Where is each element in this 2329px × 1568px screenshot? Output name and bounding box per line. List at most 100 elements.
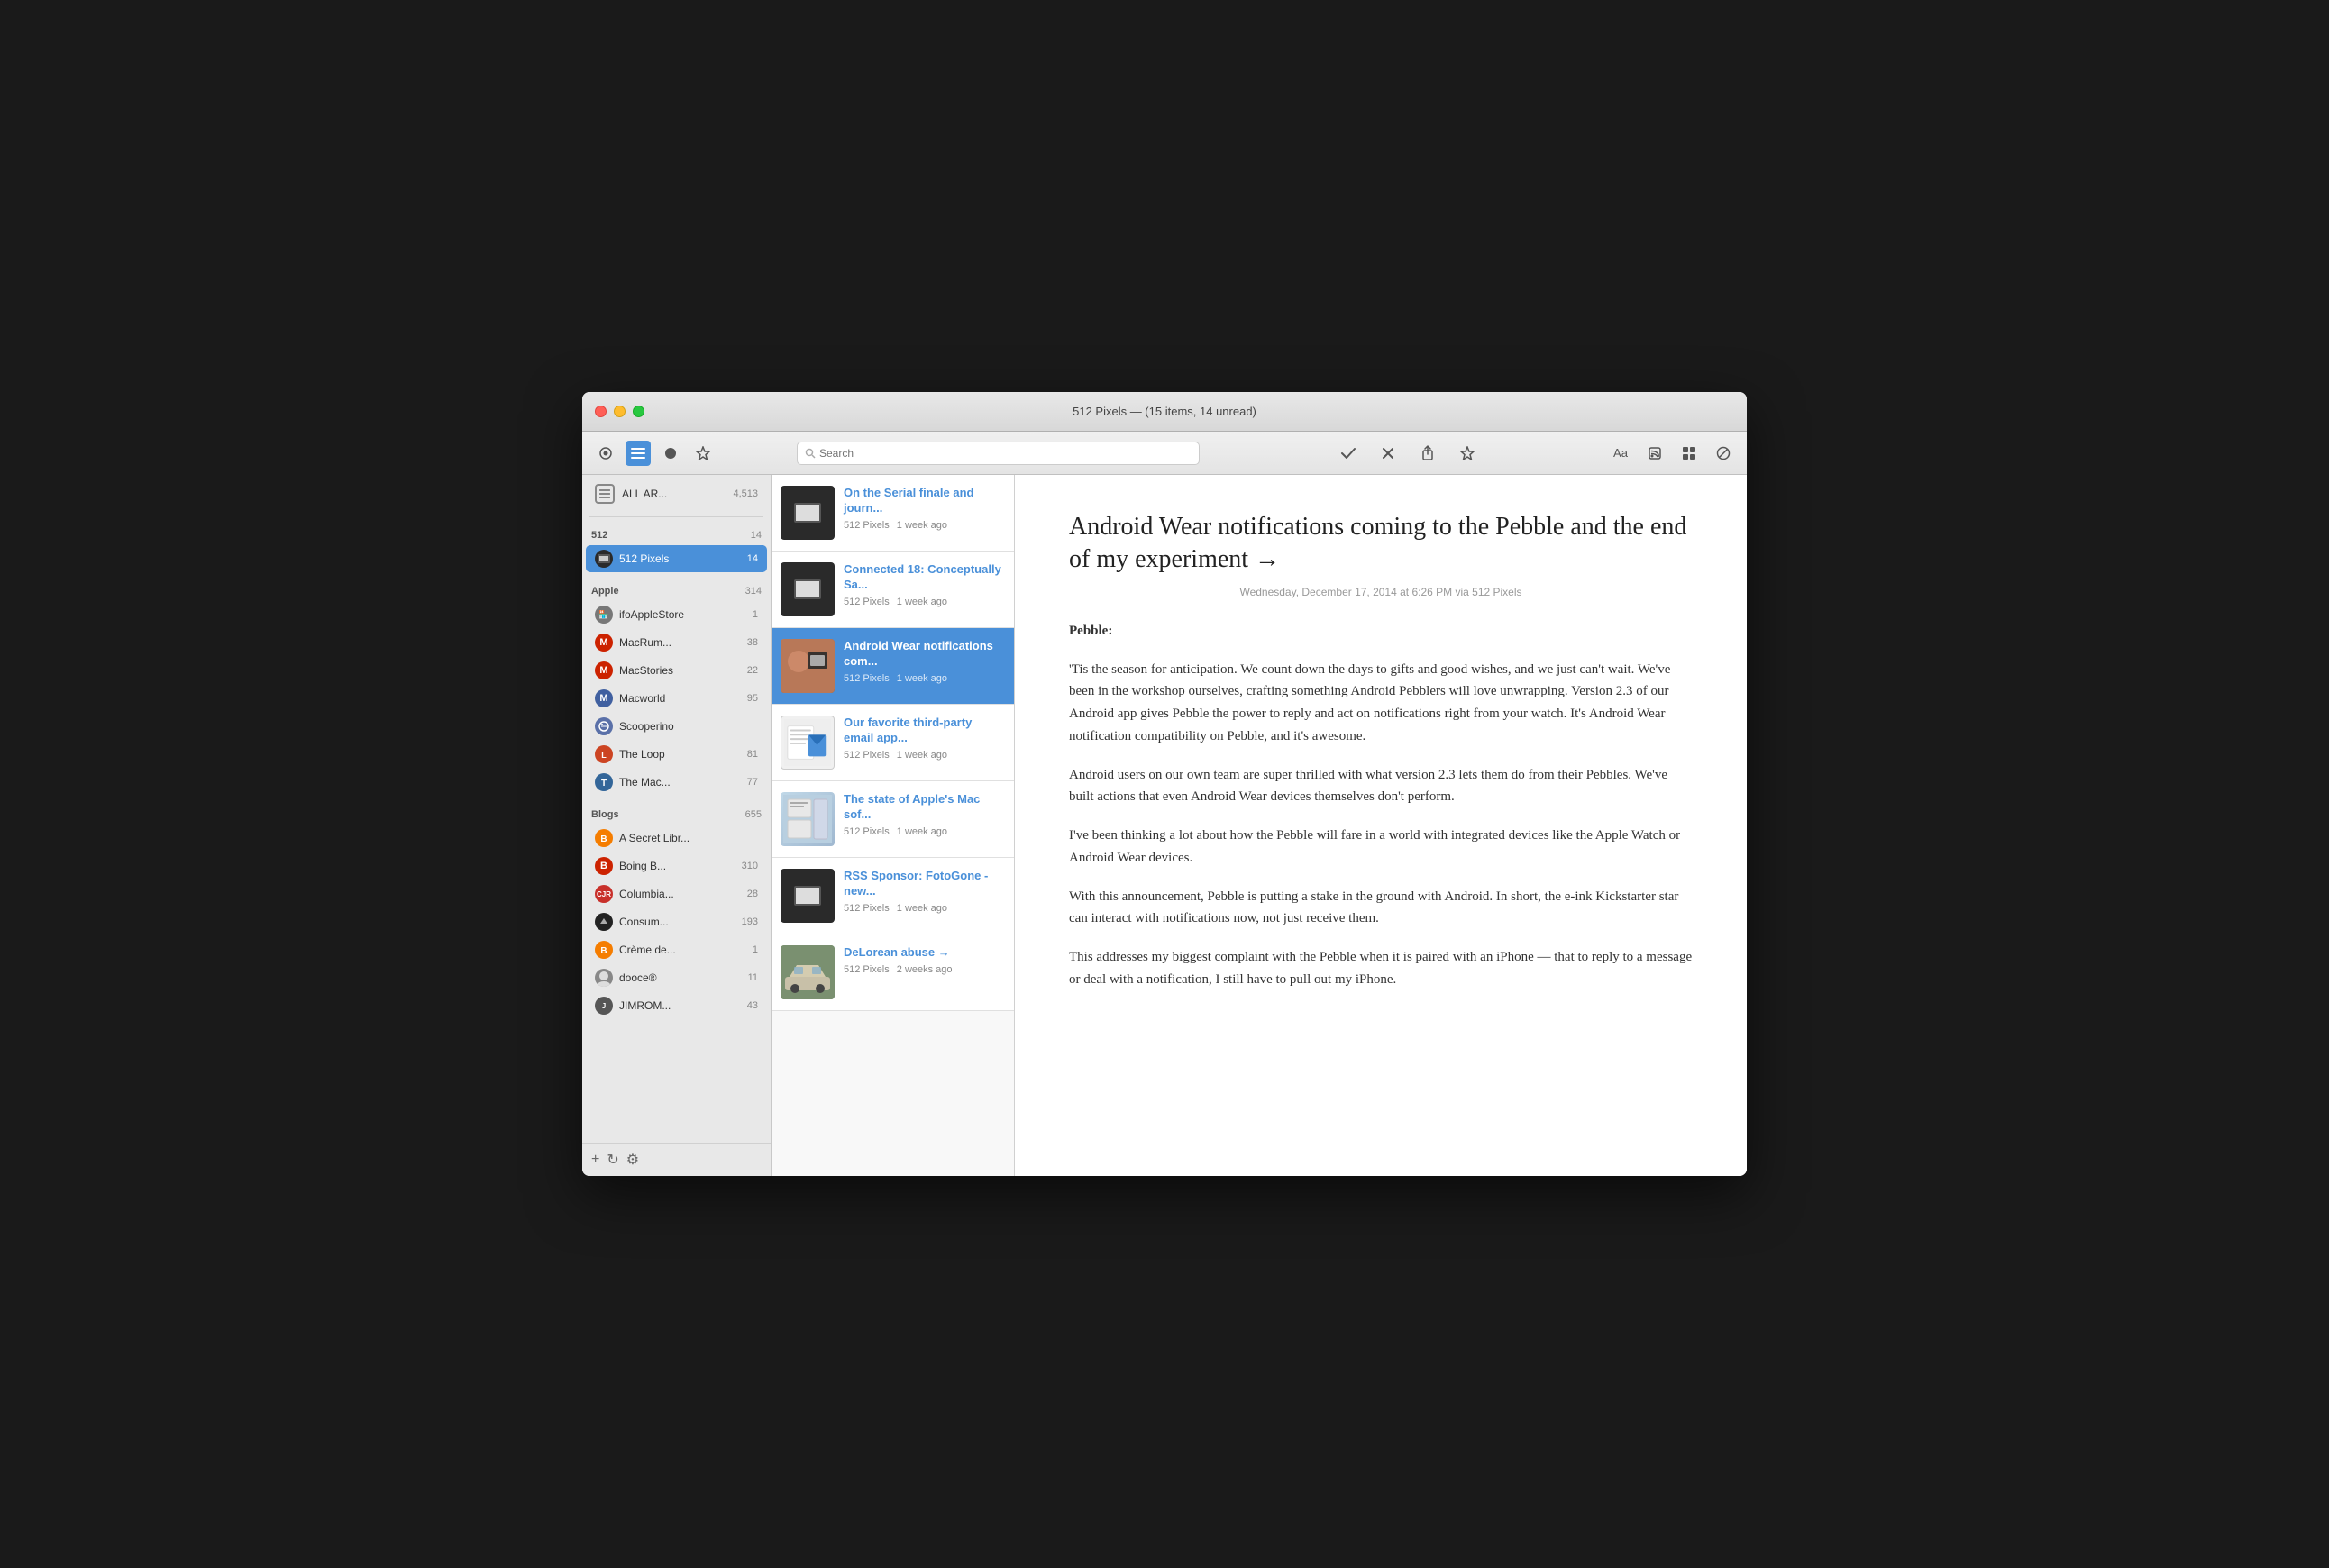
article-meta-6: 512 Pixels 1 week ago [844, 903, 1005, 914]
sidebar-item-dooce[interactable]: dooce® 11 [586, 964, 767, 991]
article-paragraph-5: This addresses my biggest complaint with… [1069, 946, 1693, 991]
rss-button[interactable] [1642, 441, 1667, 466]
theloop-icon: L [595, 745, 613, 763]
article-title-6: RSS Sponsor: FotoGone - new... [844, 869, 1005, 899]
macstories-icon: M [595, 661, 613, 679]
sidebar-item-themac-count: 77 [747, 777, 758, 788]
sidebar-item-boingb[interactable]: B Boing B... 310 [586, 852, 767, 880]
sidebar-item-512pixels-label: 512 Pixels [619, 552, 744, 565]
article-item-1[interactable]: On the Serial finale and journ... 512 Pi… [772, 475, 1014, 552]
remove-button[interactable] [1375, 441, 1401, 466]
starred-btn[interactable] [690, 441, 716, 466]
asecretlibr-icon: B [595, 829, 613, 847]
article-time-1: 1 week ago [897, 520, 947, 531]
article-content-5: The state of Apple's Mac sof... 512 Pixe… [844, 792, 1005, 837]
star-button[interactable] [1455, 441, 1480, 466]
article-source-1: 512 Pixels [844, 520, 890, 531]
sidebar-section-title-blogs: Blogs [591, 809, 619, 820]
article-thumb-4 [781, 716, 835, 770]
sidebar-item-jimrom[interactable]: J JIMROM... 43 [586, 992, 767, 1019]
article-item-5[interactable]: The state of Apple's Mac sof... 512 Pixe… [772, 781, 1014, 858]
sidebar-item-cremede[interactable]: B Crème de... 1 [586, 936, 767, 963]
article-title-3: Android Wear notifications com... [844, 639, 1005, 670]
sidebar-item-all-articles[interactable]: ALL AR... 4,513 [586, 477, 767, 511]
font-button[interactable]: Aa [1608, 441, 1633, 466]
share-button[interactable] [1415, 441, 1440, 466]
article-item-4[interactable]: Our favorite third-party email app... 51… [772, 705, 1014, 781]
sidebar-item-macstories[interactable]: M MacStories 22 [586, 657, 767, 684]
grid-button[interactable] [1676, 441, 1702, 466]
sidebar-item-macrumors[interactable]: M MacRum... 38 [586, 629, 767, 656]
article-item-3[interactable]: Android Wear notifications com... 512 Pi… [772, 628, 1014, 705]
list-view-btn[interactable] [626, 441, 651, 466]
cremede-icon: B [595, 941, 613, 959]
search-input[interactable] [819, 447, 1192, 460]
add-feed-button[interactable]: + [591, 1152, 599, 1168]
article-content-6: RSS Sponsor: FotoGone - new... 512 Pixel… [844, 869, 1005, 914]
mark-read-button[interactable] [1336, 441, 1361, 466]
article-body: Pebble: 'Tis the season for anticipation… [1069, 620, 1693, 991]
close-button[interactable] [595, 406, 607, 417]
article-paragraph-2: Android users on our own team are super … [1069, 764, 1693, 809]
article-item-7[interactable]: DeLorean abuse → 512 Pixels 2 weeks ago [772, 934, 1014, 1011]
search-bar[interactable] [797, 442, 1200, 465]
svg-text:B: B [600, 946, 607, 956]
sidebar-item-cremede-label: Crème de... [619, 944, 749, 956]
sidebar-bottom: + ↻ ⚙ [582, 1143, 771, 1176]
toolbar-left [593, 441, 782, 466]
article-paragraph-4: With this announcement, Pebble is puttin… [1069, 886, 1693, 931]
article-paragraph-1: 'Tis the season for anticipation. We cou… [1069, 659, 1693, 748]
article-meta-5: 512 Pixels 1 week ago [844, 826, 1005, 837]
sidebar-section-count-512: 14 [751, 530, 762, 541]
view-toggle-btn[interactable] [593, 441, 618, 466]
minimize-button[interactable] [614, 406, 626, 417]
article-meta-7: 512 Pixels 2 weeks ago [844, 964, 1005, 975]
sidebar-item-consum-count: 193 [742, 916, 758, 927]
sidebar-item-jimrom-label: JIMROM... [619, 999, 744, 1012]
article-meta-2: 512 Pixels 1 week ago [844, 597, 1005, 607]
refresh-button[interactable]: ↻ [607, 1151, 618, 1169]
sidebar-item-consum[interactable]: Consum... 193 [586, 908, 767, 935]
article-title-7: DeLorean abuse → [844, 945, 1005, 961]
jimrom-icon: J [595, 997, 613, 1015]
article-item-6[interactable]: RSS Sponsor: FotoGone - new... 512 Pixel… [772, 858, 1014, 934]
sidebar-item-theloop[interactable]: L The Loop 81 [586, 741, 767, 768]
sidebar-item-themac-label: The Mac... [619, 776, 744, 789]
article-content-1: On the Serial finale and journ... 512 Pi… [844, 486, 1005, 531]
sidebar-item-columbia[interactable]: CJR Columbia... 28 [586, 880, 767, 907]
sidebar-item-dooce-label: dooce® [619, 971, 744, 984]
sidebar-item-dooce-count: 11 [748, 972, 758, 983]
sidebar-item-themac[interactable]: T The Mac... 77 [586, 769, 767, 796]
sidebar-item-ifoapplestore-label: ifoAppleStore [619, 608, 749, 621]
unread-btn[interactable] [658, 441, 683, 466]
sidebar-item-ifoapplestore[interactable]: 🏪 ifoAppleStore 1 [586, 601, 767, 628]
sidebar-section-header-blogs: Blogs 655 [582, 804, 771, 824]
sidebar-item-512pixels-count: 14 [747, 553, 758, 564]
article-item-2[interactable]: Connected 18: Conceptually Sa... 512 Pix… [772, 552, 1014, 628]
article-source-3: 512 Pixels [844, 673, 890, 684]
block-button[interactable] [1711, 441, 1736, 466]
article-meta-3: 512 Pixels 1 week ago [844, 673, 1005, 684]
ifoapplestore-icon: 🏪 [595, 606, 613, 624]
sidebar-item-scooperino[interactable]: Scooperino [586, 713, 767, 740]
toolbar: Aa [582, 432, 1747, 475]
article-time-2: 1 week ago [897, 597, 947, 607]
article-paragraph-3: I've been thinking a lot about how the P… [1069, 825, 1693, 870]
sidebar-item-macworld[interactable]: M Macworld 95 [586, 685, 767, 712]
maximize-button[interactable] [633, 406, 644, 417]
sidebar-item-macrumors-count: 38 [747, 637, 758, 648]
article-meta-1: 512 Pixels 1 week ago [844, 520, 1005, 531]
sidebar-item-boingb-count: 310 [742, 861, 758, 871]
article-title-4: Our favorite third-party email app... [844, 716, 1005, 746]
settings-button[interactable]: ⚙ [626, 1151, 639, 1169]
article-list: On the Serial finale and journ... 512 Pi… [772, 475, 1015, 1176]
sidebar-item-asecretlibr[interactable]: B A Secret Libr... [586, 825, 767, 852]
article-content-7: DeLorean abuse → 512 Pixels 2 weeks ago [844, 945, 1005, 975]
article-thumb-6 [781, 869, 835, 923]
article-heading: Android Wear notifications coming to the… [1069, 511, 1693, 577]
toolbar-center [1214, 441, 1601, 466]
article-date: Wednesday, December 17, 2014 at 6:26 PM … [1069, 586, 1693, 598]
themac-icon: T [595, 773, 613, 791]
article-title-5: The state of Apple's Mac sof... [844, 792, 1005, 823]
sidebar-item-512pixels[interactable]: 512 Pixels 14 [586, 545, 767, 572]
